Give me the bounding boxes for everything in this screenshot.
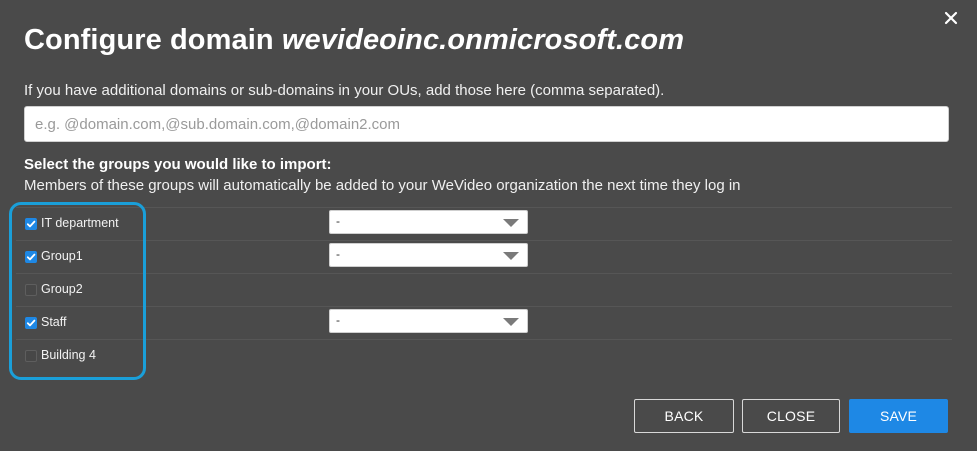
dialog-title-domain: wevideoinc.onmicrosoft.com: [281, 24, 685, 56]
back-button[interactable]: BACK: [634, 399, 734, 433]
groups-subheading: Members of these groups will automatical…: [24, 177, 741, 194]
dialog-title-prefix: Configure domain: [24, 24, 282, 56]
group-label[interactable]: Group2: [41, 282, 83, 296]
group-label[interactable]: IT department: [41, 216, 119, 230]
group-row: Group2: [16, 273, 952, 306]
group-row: Building 4: [16, 339, 952, 372]
group-checkbox[interactable]: [25, 218, 37, 230]
group-checkbox[interactable]: [25, 317, 37, 329]
group-label[interactable]: Building 4: [41, 348, 96, 362]
group-row: Staff -: [16, 306, 952, 339]
close-icon[interactable]: [939, 6, 963, 30]
checkmark-icon: [26, 253, 36, 261]
checkmark-icon: [26, 220, 36, 228]
group-role-select[interactable]: -: [329, 243, 528, 267]
group-role-value: -: [336, 247, 340, 261]
group-row: IT department -: [16, 207, 952, 240]
domains-input[interactable]: [24, 106, 949, 142]
dialog-title: Configure domain wevideoinc.onmicrosoft.…: [24, 24, 684, 57]
chevron-down-icon: [503, 219, 519, 227]
group-label[interactable]: Group1: [41, 249, 83, 263]
domains-hint: If you have additional domains or sub-do…: [24, 82, 665, 99]
close-button[interactable]: CLOSE: [742, 399, 840, 433]
checkmark-icon: [26, 319, 36, 327]
group-label[interactable]: Staff: [41, 315, 66, 329]
groups-heading: Select the groups you would like to impo…: [24, 156, 332, 173]
group-role-value: -: [336, 313, 340, 327]
group-checkbox[interactable]: [25, 284, 37, 296]
chevron-down-icon: [503, 252, 519, 260]
chevron-down-icon: [503, 318, 519, 326]
group-checkbox[interactable]: [25, 350, 37, 362]
save-button[interactable]: SAVE: [849, 399, 948, 433]
group-role-value: -: [336, 214, 340, 228]
group-checkbox[interactable]: [25, 251, 37, 263]
group-role-select[interactable]: -: [329, 309, 528, 333]
group-row: Group1 -: [16, 240, 952, 273]
group-list: IT department - Group1 - Group2 Staff - Buildin…: [16, 207, 952, 372]
group-role-select[interactable]: -: [329, 210, 528, 234]
